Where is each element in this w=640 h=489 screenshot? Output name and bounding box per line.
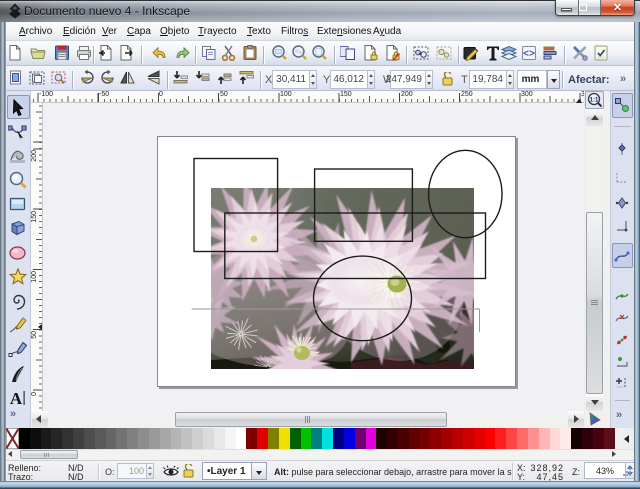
svg-text:1:1: 1:1 (590, 98, 599, 104)
svg-text:A: A (10, 389, 23, 408)
svg-text:<>: <> (523, 50, 535, 61)
